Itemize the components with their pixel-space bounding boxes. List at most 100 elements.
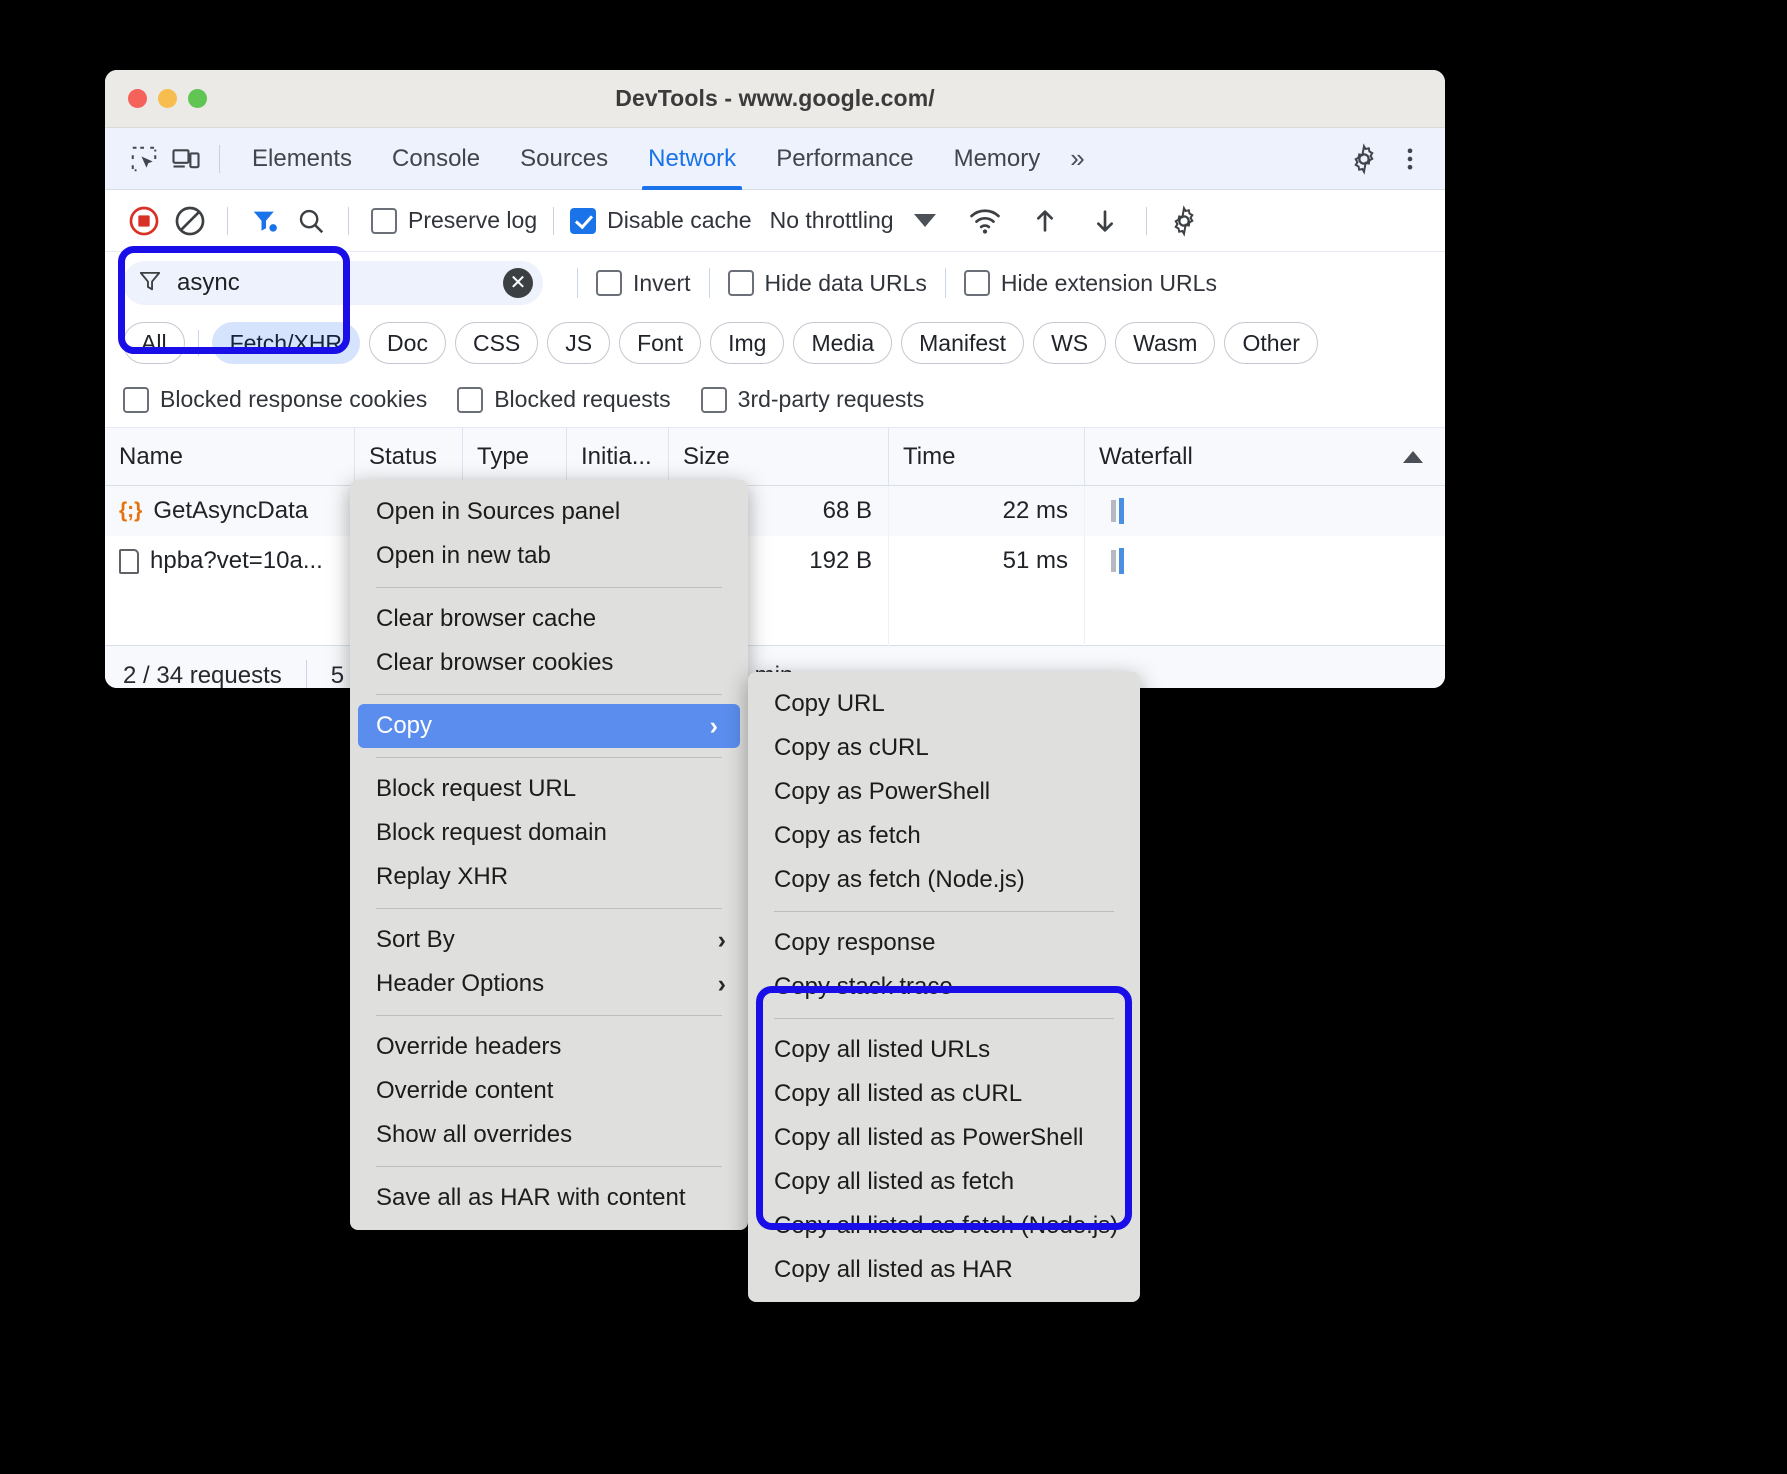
filter-icon[interactable]: [244, 200, 286, 242]
block-filter-row: Blocked response cookies Blocked request…: [105, 372, 1445, 428]
menu-item-copy-all-listed-as-curl[interactable]: Copy all listed as cURL: [748, 1072, 1140, 1116]
tab-network[interactable]: Network: [628, 128, 756, 190]
hide-extension-urls-checkbox[interactable]: Hide extension URLs: [963, 269, 1217, 297]
menu-item-block-request-domain[interactable]: Block request domain: [350, 811, 748, 855]
clear-filter-icon[interactable]: ✕: [503, 268, 533, 298]
tab-label: Performance: [776, 144, 914, 172]
column-header-waterfall[interactable]: Waterfall: [1085, 428, 1445, 485]
third-party-requests-checkbox[interactable]: 3rd-party requests: [700, 386, 925, 413]
menu-item-clear-browser-cookies[interactable]: Clear browser cookies: [350, 641, 748, 685]
menu-item-copy-stack-trace[interactable]: Copy stack trace: [748, 965, 1140, 1009]
chip-other[interactable]: Other: [1224, 322, 1318, 364]
device-toolbar-icon[interactable]: [165, 138, 207, 180]
filter-divider: [577, 268, 578, 298]
tab-elements[interactable]: Elements: [232, 128, 372, 190]
chip-doc[interactable]: Doc: [369, 322, 446, 364]
throttling-select[interactable]: No throttling: [770, 207, 894, 234]
menu-item-open-in-new-tab[interactable]: Open in new tab: [350, 534, 748, 578]
hide-extension-urls-label: Hide extension URLs: [1000, 269, 1217, 296]
copy-submenu: Copy URL Copy as cURL Copy as PowerShell…: [748, 672, 1140, 1302]
menu-item-copy-url[interactable]: Copy URL: [748, 682, 1140, 726]
checkbox-box: [700, 386, 727, 413]
blocked-response-cookies-checkbox[interactable]: Blocked response cookies: [123, 386, 427, 413]
tab-console[interactable]: Console: [372, 128, 500, 190]
menu-item-copy-as-fetch[interactable]: Copy as fetch: [748, 814, 1140, 858]
menu-item-copy-as-powershell[interactable]: Copy as PowerShell: [748, 770, 1140, 814]
cell-name: {;} GetAsyncData: [105, 486, 355, 536]
menu-item-header-options[interactable]: Header Options ›: [350, 962, 748, 1006]
chip-ws[interactable]: WS: [1033, 322, 1107, 364]
network-conditions-icon[interactable]: [964, 200, 1006, 242]
requests-table-body: {;} GetAsyncData 68 B 22 ms hpba?vet=10a…: [105, 486, 1445, 646]
toolbar-divider: [227, 206, 228, 235]
menu-item-copy-all-listed-as-powershell[interactable]: Copy all listed as PowerShell: [748, 1116, 1140, 1160]
third-party-requests-label: 3rd-party requests: [737, 386, 925, 412]
request-name: hpba?vet=10a...: [150, 547, 323, 574]
menu-item-copy-all-listed-as-fetch-nodejs[interactable]: Copy all listed as fetch (Node.js): [748, 1204, 1140, 1248]
hide-data-urls-checkbox[interactable]: Hide data URLs: [727, 270, 927, 297]
more-tabs-icon[interactable]: »: [1060, 143, 1094, 174]
table-row[interactable]: hpba?vet=10a... 192 B 51 ms: [105, 536, 1445, 586]
menu-item-copy-as-curl[interactable]: Copy as cURL: [748, 726, 1140, 770]
column-header-name[interactable]: Name: [105, 428, 355, 485]
table-row[interactable]: {;} GetAsyncData 68 B 22 ms: [105, 486, 1445, 536]
chevron-right-icon: ›: [717, 925, 726, 954]
menu-item-copy-all-listed-as-fetch[interactable]: Copy all listed as fetch: [748, 1160, 1140, 1204]
chip-manifest[interactable]: Manifest: [901, 322, 1025, 364]
chip-css[interactable]: CSS: [454, 322, 539, 364]
search-icon[interactable]: [290, 200, 332, 242]
chip-media[interactable]: Media: [793, 322, 893, 364]
gear-icon[interactable]: [1343, 138, 1385, 180]
column-header-status[interactable]: Status: [355, 428, 463, 485]
invert-checkbox[interactable]: Invert: [596, 270, 691, 297]
menu-item-show-all-overrides[interactable]: Show all overrides: [350, 1113, 748, 1157]
chip-wasm[interactable]: Wasm: [1115, 322, 1216, 364]
column-header-time[interactable]: Time: [889, 428, 1085, 485]
tab-performance[interactable]: Performance: [756, 128, 933, 190]
tab-memory[interactable]: Memory: [934, 128, 1061, 190]
chip-js[interactable]: JS: [547, 322, 611, 364]
disable-cache-checkbox[interactable]: Disable cache: [570, 207, 752, 234]
sort-ascending-icon: [1403, 450, 1423, 463]
chip-font[interactable]: Font: [619, 322, 702, 364]
filter-divider: [708, 268, 710, 298]
menu-item-copy-all-listed-as-har[interactable]: Copy all listed as HAR: [748, 1248, 1140, 1292]
network-settings-gear-icon[interactable]: [1163, 200, 1205, 242]
chip-img[interactable]: Img: [710, 322, 785, 364]
column-header-size[interactable]: Size: [669, 428, 889, 485]
blocked-requests-checkbox[interactable]: Blocked requests: [457, 386, 671, 413]
tab-sources[interactable]: Sources: [500, 128, 628, 190]
record-stop-icon[interactable]: [123, 200, 165, 242]
kebab-menu-icon[interactable]: [1389, 138, 1431, 180]
menu-item-open-in-sources-panel[interactable]: Open in Sources panel: [350, 490, 748, 534]
import-har-icon[interactable]: [1024, 200, 1066, 242]
chip-label: JS: [565, 329, 593, 356]
menu-item-override-content[interactable]: Override content: [350, 1069, 748, 1113]
inspect-element-icon[interactable]: [123, 138, 165, 180]
menu-separator: [376, 1015, 722, 1016]
menu-item-block-request-url[interactable]: Block request URL: [350, 767, 748, 811]
empty-cell: [105, 586, 355, 646]
caret-down-icon[interactable]: [913, 214, 936, 227]
menu-item-label: Block request domain: [376, 819, 607, 846]
search-input[interactable]: async ✕: [123, 261, 543, 305]
column-header-type[interactable]: Type: [463, 428, 567, 485]
menu-item-copy-response[interactable]: Copy response: [748, 921, 1140, 965]
chip-fetch-xhr[interactable]: Fetch/XHR: [211, 322, 361, 364]
menu-item-sort-by[interactable]: Sort By ›: [350, 918, 748, 962]
menu-item-copy-all-listed-urls[interactable]: Copy all listed URLs: [748, 1028, 1140, 1072]
menu-item-copy[interactable]: Copy ›: [358, 704, 740, 748]
export-har-icon[interactable]: [1084, 200, 1126, 242]
preserve-log-checkbox[interactable]: Preserve log: [371, 207, 537, 234]
menu-item-replay-xhr[interactable]: Replay XHR: [350, 855, 748, 899]
chip-all[interactable]: All: [123, 322, 185, 364]
chip-label: Other: [1242, 329, 1300, 356]
menu-item-copy-as-fetch-nodejs[interactable]: Copy as fetch (Node.js): [748, 858, 1140, 902]
menu-item-override-headers[interactable]: Override headers: [350, 1025, 748, 1069]
column-header-initiator[interactable]: Initia...: [567, 428, 669, 485]
menu-item-label: Save all as HAR with content: [376, 1184, 686, 1211]
menu-item-clear-browser-cache[interactable]: Clear browser cache: [350, 597, 748, 641]
clear-network-log-icon[interactable]: [169, 200, 211, 242]
column-label: Status: [369, 442, 438, 470]
menu-item-save-all-as-har-with-content[interactable]: Save all as HAR with content: [350, 1176, 748, 1220]
